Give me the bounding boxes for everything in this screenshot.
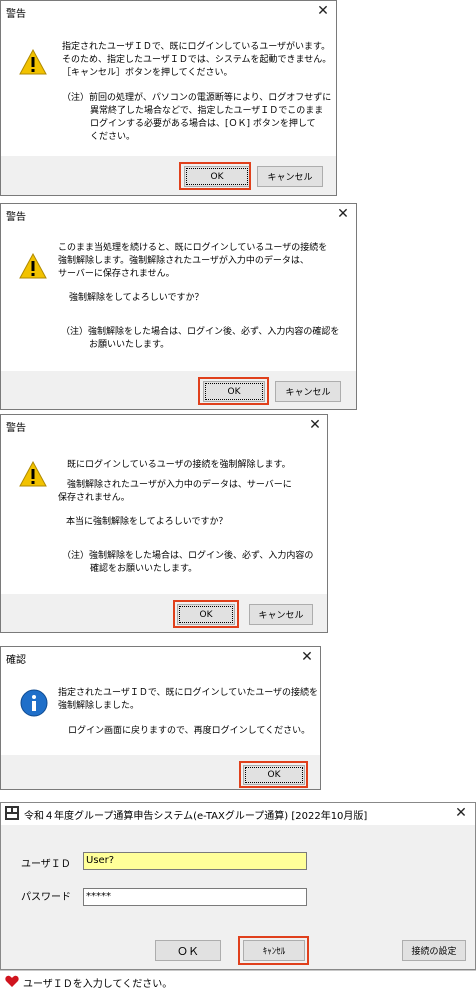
ok-highlight	[173, 600, 239, 628]
question-text: 強制解除をしてよろしいですか？	[69, 293, 204, 303]
warning-dialog-3: 警告 ✕ 既にログインしているユーザの接続を強制解除します。 強制解除されたユー…	[0, 414, 328, 633]
note-text: （注）前回の処理が、パソコンの電源断等により、ログオフせずに 異常終了した場合な…	[62, 93, 332, 142]
dialog-title: 警告	[6, 423, 26, 434]
status-bar: ユーザＩＤを入力してください。	[0, 970, 476, 992]
close-icon[interactable]: ✕	[296, 647, 318, 667]
status-text: ユーザＩＤを入力してください。	[23, 979, 173, 990]
question-text: 本当に強制解除をしてよろしいですか？	[66, 517, 228, 527]
warning-icon	[19, 253, 47, 279]
app-icon	[5, 806, 19, 820]
message-text-2: ログイン画面に戻りますので、再度ログインしてください。	[68, 726, 311, 736]
message-text-2: 強制解除されたユーザが入力中のデータは、サーバーに 保存されません。	[58, 480, 292, 503]
connection-settings-button[interactable]: 接続の設定	[402, 940, 466, 961]
confirm-dialog: 確認 ✕ 指定されたユーザＩＤで、既にログインしていたユーザの接続を 強制解除し…	[0, 646, 321, 790]
close-icon[interactable]: ✕	[312, 1, 334, 21]
message-text: このまま当処理を続けると、既にログインしているユーザの接続を 強制解除します。強…	[58, 243, 328, 279]
cancel-highlight	[238, 936, 309, 965]
password-label: パスワード	[21, 892, 71, 903]
cancel-button[interactable]: キャンセル	[275, 381, 341, 402]
login-window: 令和４年度グループ通算申告システム(e-TAXグループ通算) [2022年10月…	[0, 802, 476, 970]
warning-dialog-1: 警告 ✕ 指定されたユーザＩＤで、既にログインしているユーザがいます。 そのため…	[0, 0, 337, 196]
ok-highlight	[239, 761, 308, 788]
info-icon	[20, 689, 48, 717]
heart-icon	[5, 975, 19, 987]
password-input[interactable]: *****	[83, 888, 307, 906]
dialog-title: 警告	[6, 9, 26, 20]
close-icon[interactable]: ✕	[450, 803, 472, 823]
ok-highlight	[198, 377, 269, 405]
dialog-title: 確認	[6, 655, 26, 666]
cancel-button[interactable]: キャンセル	[257, 166, 323, 187]
message-text: 指定されたユーザＩＤで、既にログインしていたユーザの接続を 強制解除しました。	[58, 688, 319, 711]
ok-highlight	[179, 162, 251, 190]
warning-icon	[19, 49, 47, 75]
message-text: 指定されたユーザＩＤで、既にログインしているユーザがいます。 そのため、指定した…	[62, 42, 332, 78]
ok-button[interactable]: ＯＫ	[155, 940, 221, 961]
close-icon[interactable]: ✕	[304, 415, 326, 435]
warning-icon	[19, 461, 47, 487]
warning-dialog-2: 警告 ✕ このまま当処理を続けると、既にログインしているユーザの接続を 強制解除…	[0, 203, 357, 410]
dialog-title: 警告	[6, 212, 26, 223]
note-text: （注）強制解除をした場合は、ログイン後、必ず、入力内容の 確認をお願いいたします…	[62, 551, 314, 574]
message-text-1: 既にログインしているユーザの接続を強制解除します。	[67, 460, 291, 470]
userid-input[interactable]: User?	[83, 852, 307, 870]
window-title: 令和４年度グループ通算申告システム(e-TAXグループ通算) [2022年10月…	[24, 811, 368, 822]
userid-label: ユーザＩＤ	[21, 859, 71, 870]
cancel-button[interactable]: キャンセル	[249, 604, 313, 625]
close-icon[interactable]: ✕	[332, 204, 354, 224]
note-text: （注）強制解除をした場合は、ログイン後、必ず、入力内容の確認を お願いいたします…	[61, 327, 340, 350]
